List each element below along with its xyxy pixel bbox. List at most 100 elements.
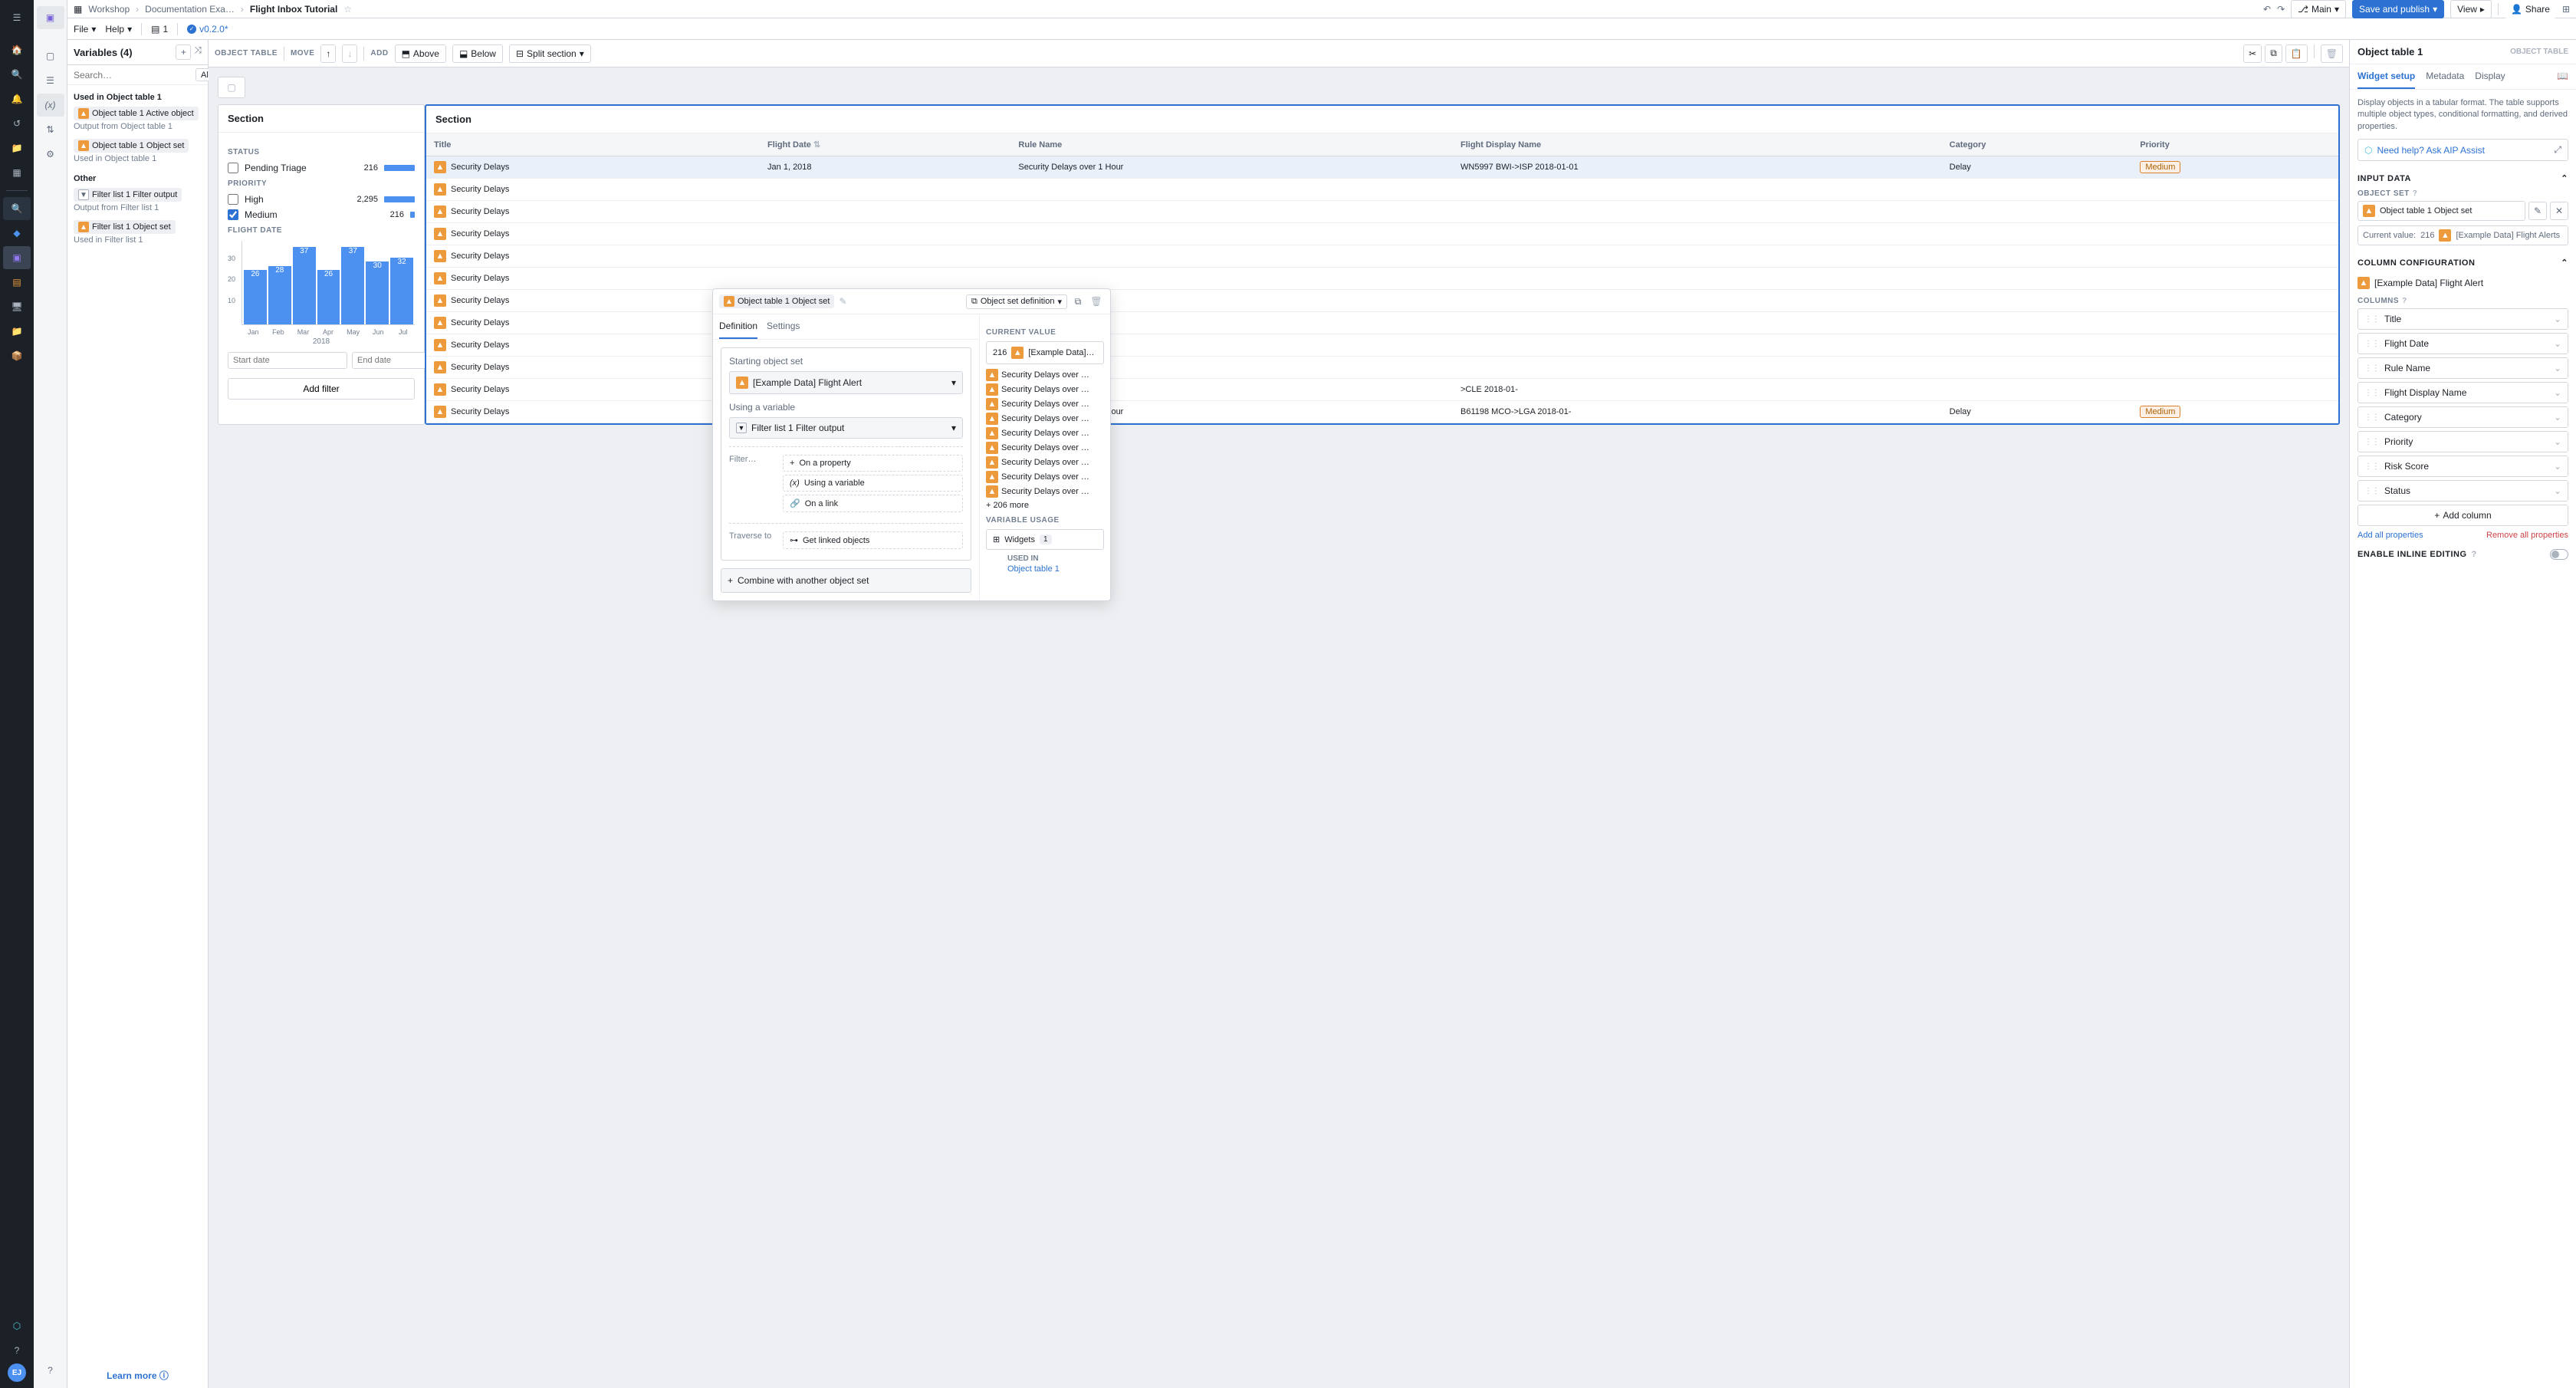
more-values[interactable]: + 206 more (986, 501, 1104, 510)
inline-editing-toggle[interactable] (2550, 549, 2568, 560)
column-config-item[interactable]: ⋮⋮Status⌄ (2358, 480, 2568, 502)
table-column-header[interactable]: Priority (2132, 133, 2338, 156)
table-column-header[interactable]: Category (1942, 133, 2133, 156)
add-above-button[interactable]: ⬒ Above (395, 44, 446, 63)
widget-placeholder-icon[interactable]: ▢ (218, 77, 245, 98)
cube-blue-icon[interactable]: ◆ (3, 222, 31, 245)
table-column-header[interactable]: Flight Date ⇅ (760, 133, 1010, 156)
folder-icon[interactable]: 📁 (3, 136, 31, 160)
filter-icon[interactable]: ⤨ (194, 44, 202, 60)
get-linked-objects[interactable]: ⊶ Get linked objects (783, 531, 963, 549)
book-icon[interactable]: 📖 (2557, 64, 2568, 89)
add-filter-button[interactable]: Add filter (228, 378, 415, 400)
gear-icon[interactable]: ⚙ (37, 143, 64, 166)
duplicate-icon[interactable]: ⧉ (1070, 294, 1086, 309)
filter-using-variable[interactable]: (x) Using a variable (783, 475, 963, 492)
aip-assist-link[interactable]: ⬡ Need help? Ask AIP Assist ⤢ (2358, 139, 2568, 161)
aip-icon[interactable]: ⬡ (3, 1314, 31, 1337)
file-menu[interactable]: File ▾ (74, 24, 96, 35)
delete-popover-icon[interactable]: 🗑 (1089, 294, 1104, 309)
tab-definition[interactable]: Definition (719, 314, 757, 339)
table-column-header[interactable]: Title (426, 133, 760, 156)
start-date-input[interactable] (228, 352, 347, 369)
variable-chip[interactable]: ▲Object table 1 Object set (74, 139, 189, 153)
combine-button[interactable]: + Combine with another object set (721, 568, 971, 593)
widgets-row[interactable]: ⊞ Widgets 1 (986, 529, 1104, 550)
expand-icon[interactable]: ⊞ (2562, 4, 2570, 15)
add-variable-button[interactable]: + (176, 44, 191, 60)
doc-count[interactable]: ▤ 1 (151, 24, 168, 35)
definition-select[interactable]: ⧉ Object set definition ▾ (966, 294, 1067, 309)
column-config-item[interactable]: ⋮⋮Risk Score⌄ (2358, 456, 2568, 477)
move-down-button[interactable]: ↓ (342, 44, 357, 63)
column-config-item[interactable]: ⋮⋮Category⌄ (2358, 406, 2568, 428)
column-config-item[interactable]: ⋮⋮Flight Date⌄ (2358, 333, 2568, 354)
filter-checkbox-row[interactable]: Pending Triage216 (228, 163, 415, 173)
tab-metadata[interactable]: Metadata (2426, 64, 2464, 89)
variables-icon[interactable]: (x) (37, 94, 64, 117)
add-all-properties-link[interactable]: Add all properties (2358, 531, 2423, 540)
star-icon[interactable]: ☆ (343, 4, 352, 15)
pages-icon[interactable]: ▣ (37, 6, 64, 29)
save-publish-button[interactable]: Save and publish ▾ (2352, 0, 2444, 18)
help-icon[interactable]: ? (3, 1339, 31, 1362)
layers-orange-icon[interactable]: ▤ (3, 271, 31, 294)
filter-on-property[interactable]: + On a property (783, 455, 963, 472)
card-icon[interactable]: ▢ (37, 44, 64, 67)
paste-button[interactable]: 📋 (2285, 44, 2308, 63)
table-row[interactable]: ▲Security Delays (426, 179, 2338, 201)
version-badge[interactable]: ✓ v0.2.0* (187, 24, 228, 35)
starting-select[interactable]: ▲ [Example Data] Flight Alert ▾ (729, 371, 963, 394)
remove-all-properties-link[interactable]: Remove all properties (2486, 531, 2568, 540)
column-config-item[interactable]: ⋮⋮Title⌄ (2358, 308, 2568, 330)
workshop-icon[interactable]: ▣ (3, 246, 31, 269)
copy-button[interactable]: ⧉ (2265, 44, 2282, 63)
monitor-icon[interactable]: 🖥 (3, 295, 31, 318)
crumb-1[interactable]: Documentation Exa… (145, 4, 235, 15)
variable-chip[interactable]: ▼Filter list 1 Filter output (74, 188, 182, 202)
folder2-icon[interactable]: 📁 (3, 320, 31, 343)
delete-button[interactable]: 🗑 (2321, 44, 2343, 63)
variable-select[interactable]: ▼ Filter list 1 Filter output ▾ (729, 417, 963, 439)
variable-chip[interactable]: ▲Object table 1 Active object (74, 107, 199, 120)
object-set-input[interactable]: ▲ Object table 1 Object set (2358, 201, 2525, 221)
apps-icon[interactable]: ▦ (3, 161, 31, 184)
clear-object-set-button[interactable]: ✕ (2550, 202, 2568, 220)
redo-icon[interactable]: ↷ (2277, 4, 2285, 15)
column-config-item[interactable]: ⋮⋮Flight Display Name⌄ (2358, 382, 2568, 403)
layers-icon[interactable]: ☰ (37, 69, 64, 92)
help-menu[interactable]: Help ▾ (105, 24, 132, 35)
crumb-0[interactable]: Workshop (88, 4, 130, 15)
table-row[interactable]: ▲Security Delays (426, 223, 2338, 245)
add-below-button[interactable]: ⬓ Below (452, 44, 503, 63)
filter-on-link[interactable]: 🔗 On a link (783, 495, 963, 512)
undo-icon[interactable]: ↶ (2263, 4, 2271, 15)
move-up-button[interactable]: ↑ (320, 44, 336, 63)
table-column-header[interactable]: Flight Display Name (1453, 133, 1942, 156)
tab-settings[interactable]: Settings (767, 314, 800, 339)
cube-search-icon[interactable]: 🔍 (3, 197, 31, 220)
menu-icon[interactable]: ☰ (3, 6, 31, 29)
search-icon[interactable]: 🔍 (3, 63, 31, 86)
branch-button[interactable]: ⎇ Main ▾ (2291, 0, 2346, 18)
column-config-section[interactable]: COLUMN CONFIGURATION ⌃ (2358, 258, 2568, 268)
user-avatar[interactable]: EJ (8, 1363, 26, 1382)
table-row[interactable]: ▲Security Delays (426, 201, 2338, 223)
share-button[interactable]: 👤 Share (2505, 0, 2556, 18)
filter-checkbox-row[interactable]: Medium216 (228, 209, 415, 220)
cut-button[interactable]: ✂ (2243, 44, 2262, 63)
home-icon[interactable]: 🏠 (3, 38, 31, 61)
variable-chip[interactable]: ▲Filter list 1 Object set (74, 220, 176, 234)
view-button[interactable]: View ▸ (2450, 0, 2492, 18)
table-row[interactable]: ▲Security Delays (426, 268, 2338, 290)
table-column-header[interactable]: Rule Name (1010, 133, 1453, 156)
learn-more-link[interactable]: Learn more ⓘ (107, 1370, 169, 1381)
table-row[interactable]: ▲Security DelaysJan 1, 2018Security Dela… (426, 156, 2338, 179)
tab-display[interactable]: Display (2475, 64, 2505, 89)
table-row[interactable]: ▲Security Delays (426, 245, 2338, 268)
help-circle-icon[interactable]: ? (37, 1359, 64, 1382)
tab-widget-setup[interactable]: Widget setup (2358, 64, 2415, 89)
input-data-section[interactable]: INPUT DATA ⌃ (2358, 173, 2568, 183)
column-config-item[interactable]: ⋮⋮Priority⌄ (2358, 431, 2568, 452)
crumb-2[interactable]: Flight Inbox Tutorial (250, 4, 337, 15)
